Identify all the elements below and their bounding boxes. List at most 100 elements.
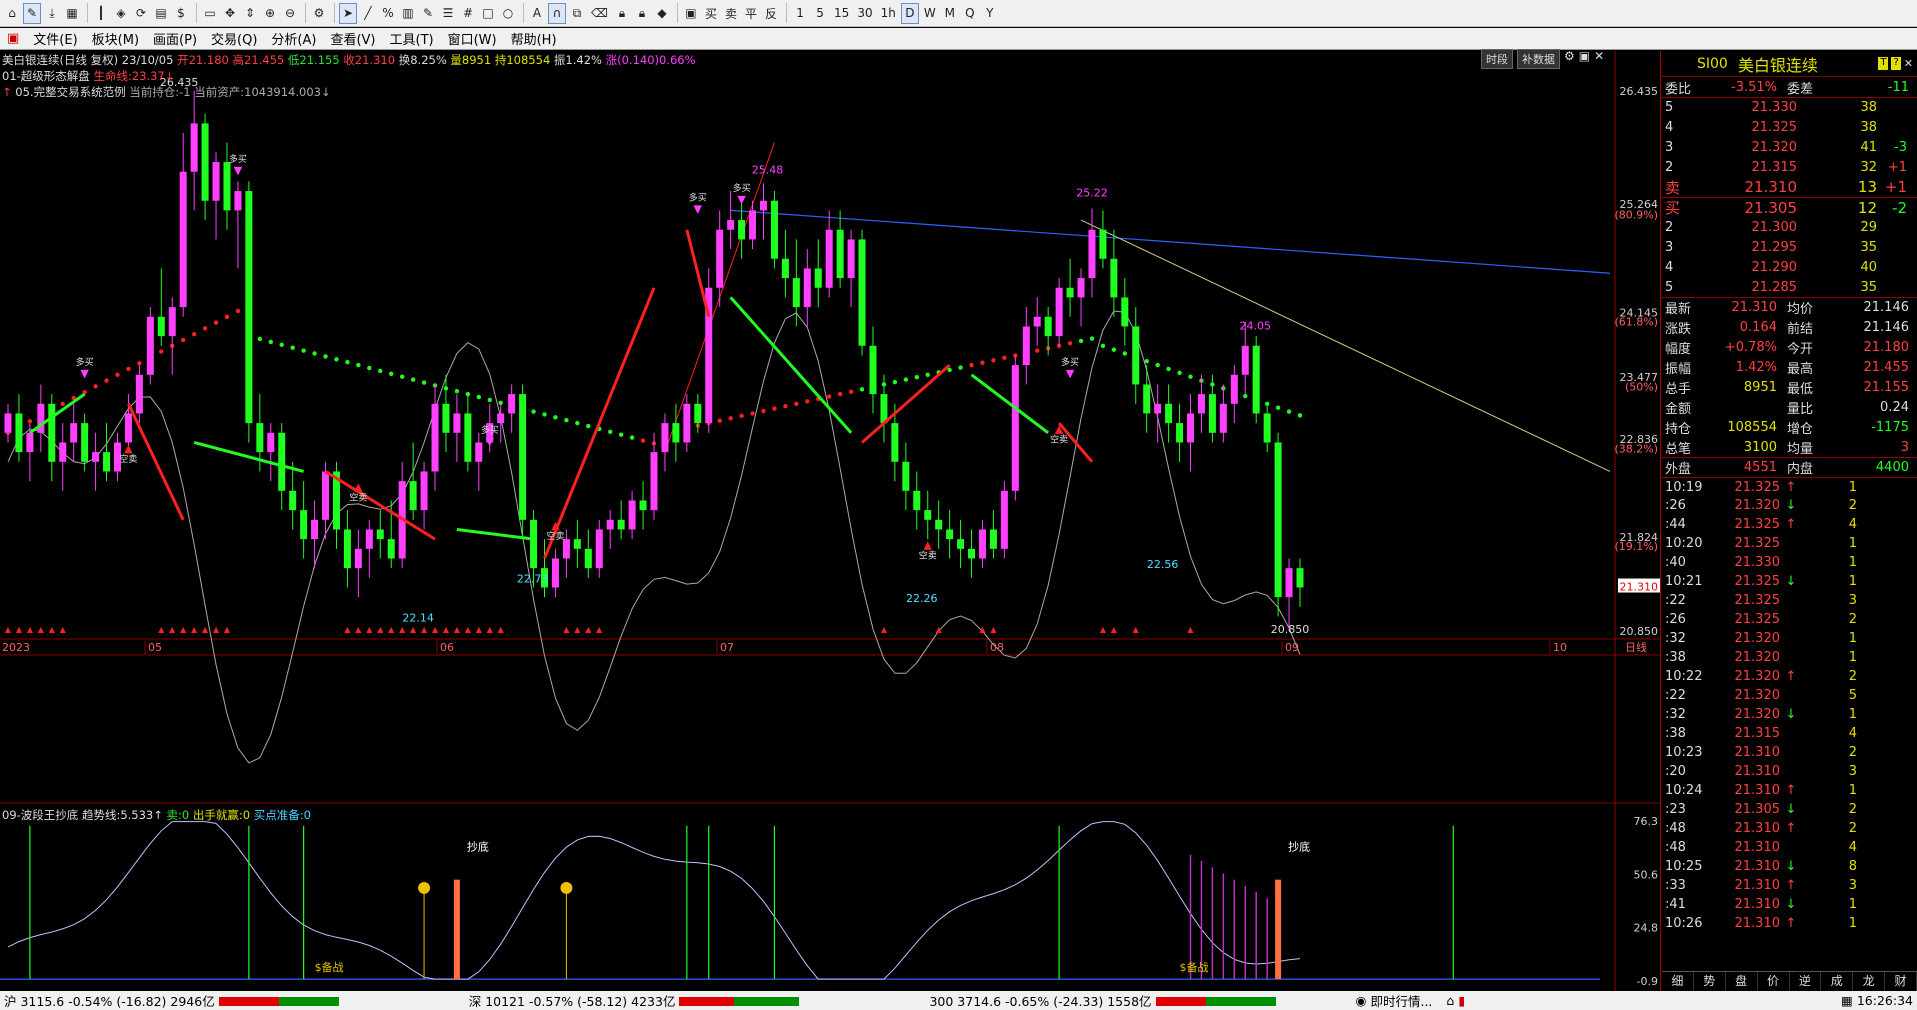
- rect-icon[interactable]: □: [479, 3, 497, 24]
- pen-icon[interactable]: ✎: [23, 2, 41, 24]
- menu-item-5[interactable]: 查看(V): [323, 29, 382, 48]
- quote-tab-7[interactable]: 财: [1885, 972, 1917, 991]
- period-M[interactable]: M: [941, 3, 959, 24]
- period-W[interactable]: W: [921, 3, 939, 24]
- wb-label: 委比: [1665, 81, 1692, 97]
- close-icon[interactable]: ✕: [1904, 57, 1913, 70]
- trade-button-1[interactable]: 卖: [722, 3, 740, 24]
- period-Q[interactable]: Q: [961, 3, 979, 24]
- text-A-icon[interactable]: A: [528, 3, 546, 24]
- home-icon[interactable]: ⌂: [3, 3, 21, 24]
- trade-button-0[interactable]: 买: [702, 3, 720, 24]
- period-D[interactable]: D: [900, 2, 919, 24]
- settings-icon[interactable]: ⚙: [1564, 49, 1575, 69]
- stat-row: 总笔 3100 均量 3: [1662, 437, 1917, 457]
- hash-icon[interactable]: #: [459, 3, 477, 24]
- candle-body: [475, 442, 483, 462]
- indicator-name-01[interactable]: 01-超级形态解盘: [2, 69, 90, 83]
- delete-icon[interactable]: ⌫: [588, 3, 611, 24]
- cursor-icon[interactable]: ➤: [339, 2, 357, 24]
- tick-volume: 2: [1848, 498, 1857, 513]
- bid-volume: 12: [1857, 198, 1877, 217]
- copy-icon[interactable]: ⧉: [568, 3, 586, 24]
- candle-body: [15, 413, 23, 453]
- kline-chart-area[interactable]: 26.435 25.264 (80.9%) 24.145 (61.8%) 23.477 (5…: [0, 49, 1661, 991]
- trade-button-2[interactable]: 平: [742, 3, 760, 24]
- period-1h[interactable]: 1h: [878, 3, 899, 24]
- system-menu-icon[interactable]: ▣: [0, 31, 26, 46]
- wifi-icon[interactable]: ◉: [1356, 993, 1367, 1008]
- quote-tab-3[interactable]: 价: [1758, 972, 1790, 991]
- period-button[interactable]: 时段: [1481, 49, 1513, 69]
- menu-item-7[interactable]: 窗口(W): [441, 29, 504, 48]
- menu-item-4[interactable]: 分析(A): [264, 29, 323, 48]
- disk-icon[interactable]: ▤: [152, 3, 170, 24]
- chart-annotation: 25.48: [752, 163, 784, 176]
- zoom-out-icon[interactable]: ⊖: [281, 3, 299, 24]
- lock-icon[interactable]: 🔒︎: [633, 3, 651, 24]
- trade-button-3[interactable]: 反: [762, 3, 780, 24]
- quote-tab-0[interactable]: 细: [1662, 972, 1694, 991]
- magnet-icon[interactable]: ∩: [548, 2, 566, 24]
- zoom-in-icon[interactable]: ⊕: [261, 3, 279, 24]
- period-30[interactable]: 30: [854, 3, 875, 24]
- menu-item-6[interactable]: 工具(T): [383, 29, 441, 48]
- question-icon[interactable]: ?: [1891, 57, 1901, 70]
- bars-icon[interactable]: ┃: [92, 3, 110, 24]
- close-icon[interactable]: ✕: [1594, 49, 1604, 69]
- screen-icon[interactable]: ▭: [201, 3, 219, 24]
- bottom-marker-icon: ▲: [476, 625, 483, 634]
- refresh-icon[interactable]: ⟳: [132, 3, 150, 24]
- t-icon[interactable]: T: [1878, 57, 1889, 70]
- candle-body: [759, 200, 767, 211]
- alarm-icon[interactable]: ▮: [1458, 993, 1465, 1008]
- candle-body: [738, 220, 746, 240]
- quote-tab-5[interactable]: 成: [1821, 972, 1854, 991]
- download-icon[interactable]: ⤓: [43, 3, 61, 24]
- maximize-icon[interactable]: ▣: [1579, 49, 1590, 69]
- menu-item-2[interactable]: 画面(P): [146, 29, 204, 48]
- period-Y[interactable]: Y: [981, 3, 999, 24]
- sh-index[interactable]: 沪 3115.6 -0.54% (-16.82) 2946亿: [4, 991, 215, 1010]
- quote-tab-2[interactable]: 盘: [1726, 972, 1758, 991]
- line-icon[interactable]: ╱: [359, 3, 377, 24]
- bottom-marker-icon: ▲: [1111, 625, 1118, 634]
- grid-icon[interactable]: ▦: [63, 3, 81, 24]
- save-icon[interactable]: ▣: [682, 3, 700, 24]
- bid-price: 21.305: [1744, 198, 1798, 217]
- pen-icon[interactable]: ✎: [419, 3, 437, 24]
- quote-tab-4[interactable]: 逆: [1790, 972, 1822, 991]
- grid-icon[interactable]: ▦: [1841, 993, 1853, 1008]
- period-5[interactable]: 5: [811, 3, 829, 24]
- period-1[interactable]: 1: [791, 3, 809, 24]
- ask-level: 3: [1665, 139, 1674, 155]
- gear-icon[interactable]: ⚙: [310, 3, 328, 24]
- quote-tab-6[interactable]: 龙: [1853, 972, 1886, 991]
- dollar-icon[interactable]: $: [172, 3, 190, 24]
- circle-icon[interactable]: ○: [499, 3, 517, 24]
- ruler-icon[interactable]: ▥: [399, 3, 417, 24]
- sz-index[interactable]: 深 10121 -0.57% (-58.12) 4233亿: [469, 991, 676, 1010]
- live-quote-label[interactable]: 即时行情...: [1370, 991, 1432, 1010]
- bid-row: 5 21.285 35: [1662, 277, 1917, 297]
- quote-tab-1[interactable]: 势: [1694, 972, 1726, 991]
- lock-icon[interactable]: 🔒︎: [613, 3, 631, 24]
- zoom-fit-icon[interactable]: ⇕: [241, 3, 259, 24]
- menu-item-8[interactable]: 帮助(H): [504, 29, 564, 48]
- hs300-index[interactable]: 300 3714.6 -0.65% (-24.33) 1558亿: [929, 991, 1151, 1010]
- percent-icon[interactable]: %: [379, 3, 397, 24]
- lock-icon[interactable]: ⌂: [1446, 993, 1454, 1008]
- menu-item-1[interactable]: 板块(M): [85, 29, 146, 48]
- indicator-name-05[interactable]: 05.完整交易系统范例: [15, 85, 125, 99]
- period-15[interactable]: 15: [831, 3, 852, 24]
- diamond-icon[interactable]: ◈: [112, 3, 130, 24]
- stat-label: 前结: [1787, 321, 1814, 337]
- color-icon[interactable]: ◆: [653, 3, 671, 24]
- fill-data-button[interactable]: 补数据: [1517, 49, 1560, 69]
- menu-item-0[interactable]: 文件(E): [26, 29, 84, 48]
- sub-indicator-name[interactable]: 09-波段王抄底: [2, 808, 78, 822]
- list-icon[interactable]: ☰: [439, 3, 457, 24]
- bid-level: 3: [1665, 239, 1674, 255]
- move-icon[interactable]: ✥: [221, 3, 239, 24]
- menu-item-3[interactable]: 交易(Q): [204, 29, 264, 48]
